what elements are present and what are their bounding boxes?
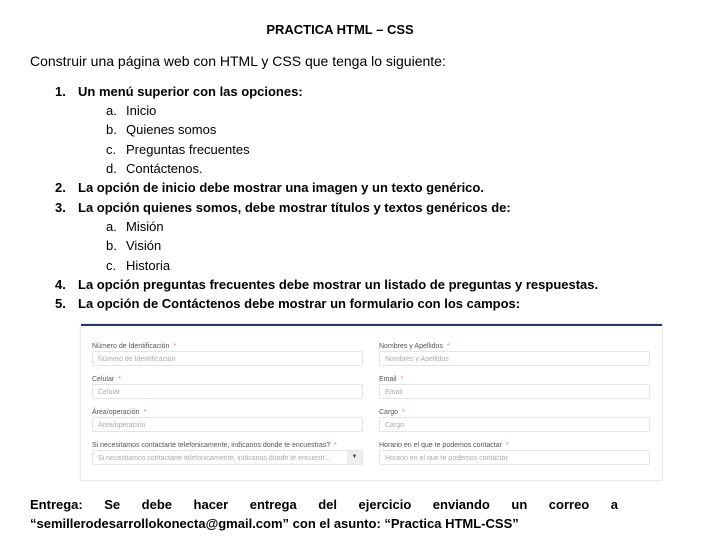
position-input[interactable]: Cargo (379, 417, 650, 432)
item-number: 1. (55, 84, 66, 99)
item-text: La opción preguntas frecuentes debe most… (78, 277, 599, 292)
subitem-number: a. (106, 103, 117, 118)
subitem-text: Contáctenos. (126, 161, 203, 176)
identification-input[interactable]: Número de Identificación (92, 351, 363, 366)
field-label: Horario en el que te podemos contactar * (379, 442, 509, 449)
subitem-text: Visión (126, 238, 162, 253)
item-text: La opción de inicio debe mostrar una ima… (78, 180, 484, 195)
subitem-text: Historia (126, 258, 171, 273)
field-label: Celular * (92, 376, 121, 383)
item-number: 2. (55, 180, 66, 195)
subitem-number: b. (106, 122, 117, 137)
item-text: La opción de Contáctenos debe mostrar un… (78, 296, 521, 311)
subitem-text: Quienes somos (126, 122, 217, 137)
area-input[interactable]: Área/operación (92, 417, 363, 432)
subitem-number: d. (106, 161, 117, 176)
subitem-number: c. (106, 142, 117, 157)
item-number: 5. (55, 296, 66, 311)
item-text: La opción quienes somos, debe mostrar tí… (78, 200, 511, 215)
field-label: Área/operación * (92, 409, 147, 416)
field-label: Nombres y Apellidos * (379, 343, 450, 350)
schedule-input[interactable]: Horario en el que te podemos contactar (379, 450, 650, 465)
subitem-text: Preguntas frecuentes (126, 142, 250, 157)
subitem-text: Misión (126, 219, 164, 234)
location-select[interactable]: Si necesitamos contactarte telefonicamen… (92, 450, 363, 465)
subitem-number: b. (106, 238, 117, 253)
field-label: Número de Identificación * (92, 343, 177, 350)
intro-text: Construir una página web con HTML y CSS … (30, 53, 446, 69)
subitem-number: c. (106, 258, 117, 273)
item-text: Un menú superior con las opciones: (78, 84, 303, 99)
chevron-down-icon[interactable]: ▼ (347, 451, 362, 464)
name-input[interactable]: Nombres y Apellidos (379, 351, 650, 366)
field-label: Si necesitamos contactarte telefonicamen… (92, 442, 337, 449)
cellphone-input[interactable]: Celular (92, 384, 363, 399)
field-label: Cargo * (379, 409, 405, 416)
email-input[interactable]: Email (379, 384, 650, 399)
field-label: Email * (379, 376, 404, 383)
subitem-text: Inicio (126, 103, 157, 118)
item-number: 4. (55, 277, 66, 292)
delivery-line-1: Entrega: Se debe hacer entrega del ejerc… (30, 497, 618, 512)
subitem-number: a. (106, 219, 117, 234)
contact-form-image: Número de Identificación * Número de Iden… (81, 324, 662, 480)
item-number: 3. (55, 200, 66, 215)
delivery-line-2: “semillerodesarrollokonecta@gmail.com” c… (30, 516, 519, 531)
document-title: PRACTICA HTML – CSS (266, 22, 414, 37)
